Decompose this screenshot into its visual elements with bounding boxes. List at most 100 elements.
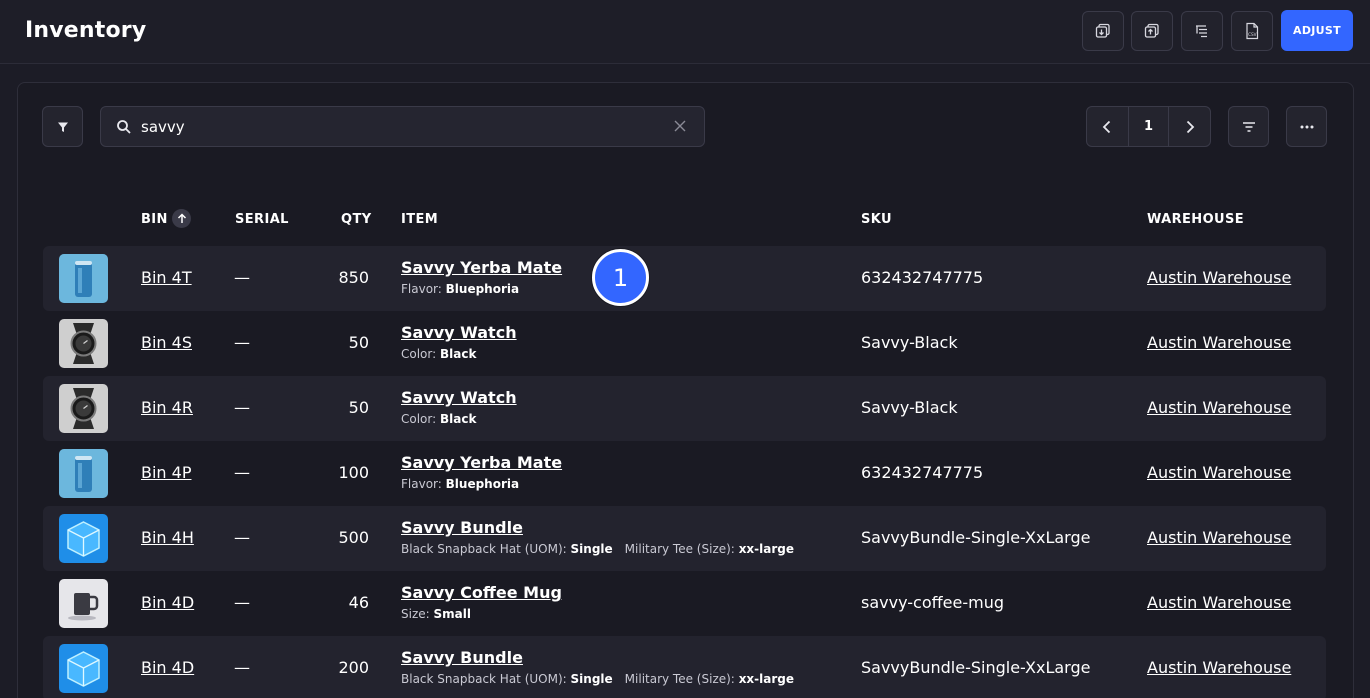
table-row[interactable]: Bin 4P — 100 Savvy Yerba Mate Flavor: Blueph… (43, 441, 1326, 506)
bin-link[interactable]: Bin 4D (141, 593, 194, 612)
serial-value: — (234, 658, 250, 677)
item-attribute: Color: Black (401, 412, 477, 426)
csv-icon: CSV (1246, 22, 1259, 40)
product-thumbnail (59, 384, 108, 433)
item-attributes: Flavor: Bluephoria (401, 282, 531, 296)
clear-search-icon[interactable] (672, 118, 688, 134)
page-title: Inventory (25, 18, 147, 43)
import-button[interactable] (1082, 11, 1124, 51)
item-link[interactable]: Savvy Yerba Mate (401, 453, 562, 472)
bin-link[interactable]: Bin 4R (141, 398, 193, 417)
bin-link[interactable]: Bin 4S (141, 333, 192, 352)
sort-ascending-icon[interactable] (172, 209, 191, 228)
prev-page-button[interactable] (1087, 107, 1128, 146)
qty-value: 50 (348, 333, 369, 352)
item-attributes: Color: Black (401, 412, 488, 426)
column-header-warehouse[interactable]: WAREHOUSE (1147, 212, 1244, 227)
serial-value: — (234, 333, 250, 352)
warehouse-link[interactable]: Austin Warehouse (1147, 333, 1291, 352)
item-attributes: Size: Small (401, 607, 483, 621)
qty-value: 50 (348, 398, 369, 417)
warehouse-link[interactable]: Austin Warehouse (1147, 398, 1291, 417)
column-header-item[interactable]: ITEM (401, 212, 438, 227)
item-attribute: Military Tee (Size): xx-large (624, 542, 795, 556)
sort-options-button[interactable] (1228, 106, 1269, 147)
item-attribute: Flavor: Bluephoria (401, 477, 520, 491)
sku-value: SavvyBundle-Single-XxLarge (861, 528, 1091, 547)
bin-link[interactable]: Bin 4T (141, 268, 192, 287)
product-thumbnail (59, 449, 108, 498)
bin-link[interactable]: Bin 4H (141, 528, 194, 547)
warehouse-link[interactable]: Austin Warehouse (1147, 658, 1291, 677)
import-icon (1095, 23, 1110, 38)
qty-value: 46 (348, 593, 369, 612)
serial-value: — (234, 463, 250, 482)
serial-value: — (234, 528, 250, 547)
item-attribute: Size: Small (401, 607, 471, 621)
table-row[interactable]: Bin 4T — 850 Savvy Yerba Mate Flavor: Blueph… (43, 246, 1326, 311)
search-input[interactable] (141, 115, 661, 139)
sku-value: SavvyBundle-Single-XxLarge (861, 658, 1091, 677)
qty-value: 850 (338, 268, 369, 287)
item-attribute: Military Tee (Size): xx-large (624, 672, 795, 686)
svg-text:CSV: CSV (1248, 32, 1257, 37)
item-attribute: Color: Black (401, 347, 477, 361)
table-row[interactable]: Bin 4H — 500 Savvy Bundle Black Snapback Hat… (43, 506, 1326, 571)
current-page: 1 (1127, 107, 1170, 146)
warehouse-link[interactable]: Austin Warehouse (1147, 268, 1291, 287)
column-header-serial[interactable]: SERIAL (235, 212, 289, 227)
item-link[interactable]: Savvy Yerba Mate (401, 258, 562, 277)
column-header-bin[interactable]: BIN (141, 212, 168, 227)
product-thumbnail (59, 514, 108, 563)
pagination: 1 (1086, 106, 1211, 147)
export-button[interactable] (1131, 11, 1173, 51)
column-header-sku[interactable]: SKU (861, 212, 892, 227)
chevron-right-icon (1186, 120, 1194, 133)
tree-view-button[interactable] (1181, 11, 1223, 51)
product-thumbnail (59, 579, 108, 628)
next-page-button[interactable] (1169, 107, 1210, 146)
search-box (100, 106, 705, 147)
product-thumbnail (59, 644, 108, 693)
sku-value: Savvy-Black (861, 398, 958, 417)
qty-value: 200 (338, 658, 369, 677)
item-link[interactable]: Savvy Bundle (401, 648, 523, 667)
chevron-left-icon (1103, 120, 1111, 133)
warehouse-link[interactable]: Austin Warehouse (1147, 463, 1291, 482)
item-link[interactable]: Savvy Watch (401, 323, 517, 342)
sku-value: 632432747775 (861, 268, 984, 287)
tree-icon (1196, 25, 1207, 38)
serial-value: — (234, 268, 250, 287)
bin-link[interactable]: Bin 4D (141, 658, 194, 677)
serial-value: — (234, 593, 250, 612)
adjust-button[interactable]: ADJUST (1281, 10, 1353, 51)
product-thumbnail (59, 254, 108, 303)
item-attribute: Black Snapback Hat (UOM): Single (401, 672, 613, 686)
funnel-icon (57, 122, 68, 132)
item-link[interactable]: Savvy Watch (401, 388, 517, 407)
bin-link[interactable]: Bin 4P (141, 463, 191, 482)
item-link[interactable]: Savvy Bundle (401, 518, 523, 537)
warehouse-link[interactable]: Austin Warehouse (1147, 593, 1291, 612)
csv-button[interactable]: CSV (1231, 11, 1273, 51)
filter-button[interactable] (42, 106, 83, 147)
column-header-qty[interactable]: QTY (341, 212, 372, 227)
table-row[interactable]: Bin 4R — 50 Savvy Watch Color: Black Savvy-Bl… (43, 376, 1326, 441)
item-attributes: Flavor: Bluephoria (401, 477, 531, 491)
step-badge: 1 (592, 249, 649, 306)
qty-value: 500 (338, 528, 369, 547)
table-row[interactable]: Bin 4S — 50 Savvy Watch Color: Black Savvy-Bl… (43, 311, 1326, 376)
qty-value: 100 (338, 463, 369, 482)
table-row[interactable]: Bin 4D — 200 Savvy Bundle Black Snapback Hat… (43, 636, 1326, 698)
item-attribute: Black Snapback Hat (UOM): Single (401, 542, 613, 556)
more-options-button[interactable] (1286, 106, 1327, 147)
item-link[interactable]: Savvy Coffee Mug (401, 583, 562, 602)
serial-value: — (234, 398, 250, 417)
item-attributes: Color: Black (401, 347, 488, 361)
table-row[interactable]: Bin 4D — 46 Savvy Coffee Mug Size: Small savv… (43, 571, 1326, 636)
sku-value: Savvy-Black (861, 333, 958, 352)
item-attributes: Black Snapback Hat (UOM): Single Military… (401, 672, 806, 686)
item-attributes: Black Snapback Hat (UOM): Single Military… (401, 542, 806, 556)
export-icon (1144, 23, 1159, 38)
warehouse-link[interactable]: Austin Warehouse (1147, 528, 1291, 547)
